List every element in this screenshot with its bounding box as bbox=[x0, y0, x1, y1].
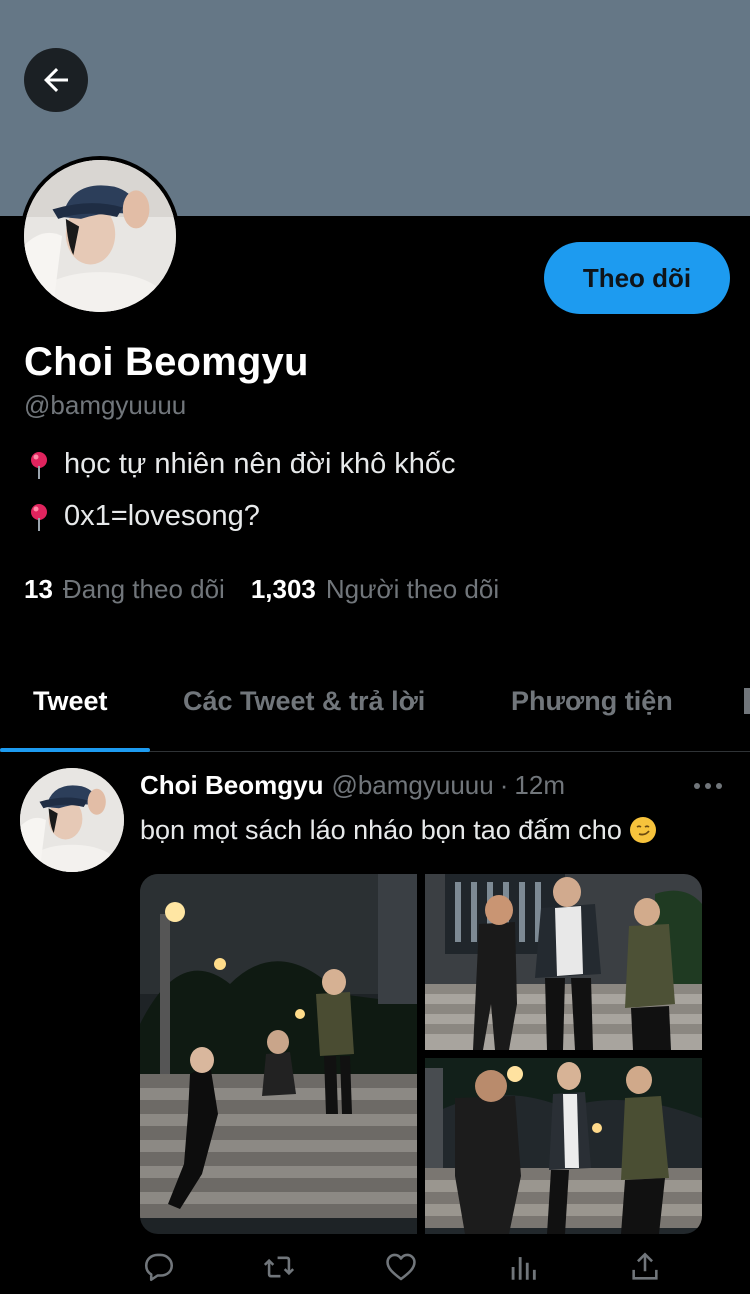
tweet-avatar[interactable] bbox=[20, 768, 124, 872]
profile-handle: @bamgyuuuu bbox=[24, 390, 187, 420]
tweet-body: bọn mọt sách láo nháo bọn tao đấm cho bbox=[140, 815, 622, 845]
more-options-icon[interactable] bbox=[692, 776, 724, 796]
reply-button[interactable] bbox=[142, 1250, 176, 1284]
arrow-left-icon bbox=[44, 68, 68, 92]
followers-label[interactable]: Người theo dõi bbox=[326, 574, 499, 605]
tweet-timestamp[interactable]: 12m bbox=[514, 770, 565, 801]
retweet-icon bbox=[263, 1256, 295, 1278]
following-count[interactable]: 13 bbox=[24, 574, 53, 605]
share-icon bbox=[632, 1252, 658, 1280]
followers-count[interactable]: 1,303 bbox=[251, 574, 316, 605]
retweet-button[interactable] bbox=[262, 1250, 296, 1284]
analytics-icon bbox=[511, 1257, 536, 1280]
bio-line: 0x1=lovesong? bbox=[26, 500, 260, 533]
tweet-author-name[interactable]: Choi Beomgyu bbox=[140, 770, 323, 801]
avatar-photo bbox=[20, 768, 124, 872]
pin-icon bbox=[31, 451, 47, 479]
profile-page: Theo dõi Choi Beomgyu @bamgyuuuu học tự … bbox=[0, 0, 750, 1294]
share-button[interactable] bbox=[628, 1250, 662, 1284]
analytics-button[interactable] bbox=[506, 1250, 540, 1284]
tab-overflow[interactable] bbox=[744, 688, 750, 714]
profile-tabs: Tweet Các Tweet & trả lời Phương tiện bbox=[0, 660, 750, 752]
reply-icon bbox=[144, 1253, 174, 1282]
tweet-action-bar bbox=[140, 1250, 660, 1286]
tweet-photo[interactable] bbox=[425, 874, 702, 1050]
tab-tweets[interactable]: Tweet bbox=[33, 686, 108, 717]
tweet-photo[interactable] bbox=[140, 874, 417, 1234]
tweet-author-handle[interactable]: @bamgyuuuu bbox=[331, 770, 493, 801]
follow-button[interactable]: Theo dõi bbox=[544, 242, 730, 314]
pin-icon bbox=[31, 503, 47, 531]
back-button[interactable] bbox=[24, 48, 88, 112]
bio-text: 0x1=lovesong? bbox=[64, 500, 260, 532]
tweet-media-grid bbox=[140, 874, 702, 1234]
avatar-photo bbox=[24, 160, 176, 312]
following-label[interactable]: Đang theo dõi bbox=[63, 574, 225, 605]
tweet-text: bọn mọt sách láo nháo bọn tao đấm cho bbox=[140, 815, 656, 846]
bio-text: học tự nhiên nên đời khô khốc bbox=[64, 448, 456, 480]
tab-media[interactable]: Phương tiện bbox=[511, 686, 673, 717]
profile-stats: 13 Đang theo dõi 1,303 Người theo dõi bbox=[24, 574, 525, 605]
smirking-face-emoji bbox=[629, 817, 656, 843]
heart-icon bbox=[386, 1253, 416, 1281]
like-button[interactable] bbox=[384, 1250, 418, 1284]
profile-name: Choi Beomgyu bbox=[24, 340, 309, 384]
tweet-photo[interactable] bbox=[425, 1058, 702, 1234]
tab-tweets-replies[interactable]: Các Tweet & trả lời bbox=[183, 686, 425, 717]
profile-avatar[interactable] bbox=[20, 156, 180, 316]
active-tab-indicator bbox=[0, 748, 150, 752]
tweet-header: Choi Beomgyu @bamgyuuuu · 12m bbox=[140, 770, 565, 801]
bio-line: học tự nhiên nên đời khô khốc bbox=[26, 448, 456, 481]
tweet-separator: · bbox=[499, 770, 509, 800]
